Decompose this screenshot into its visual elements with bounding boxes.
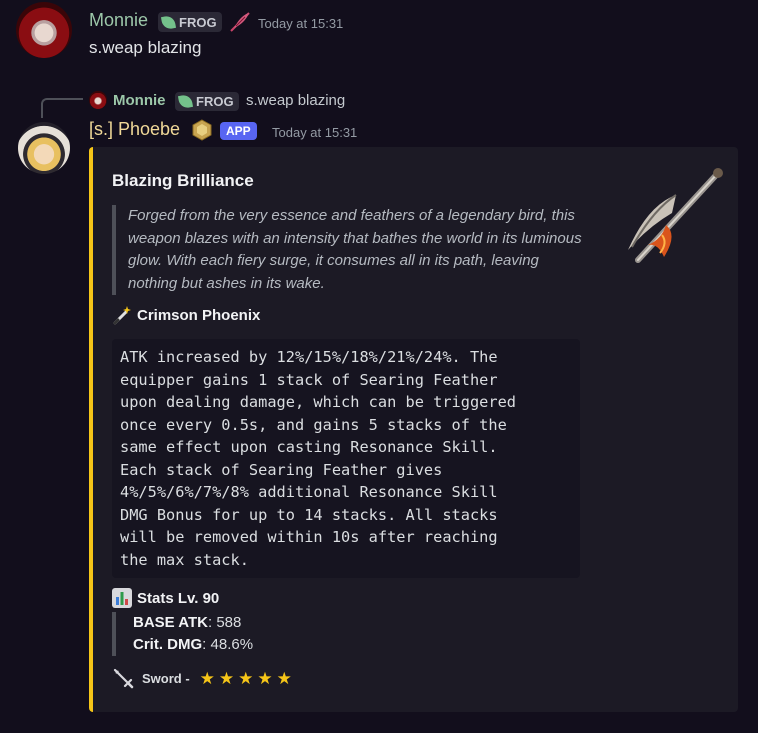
magic-wand-icon (113, 306, 131, 325)
weapon-description: Forged from the very essence and feather… (112, 205, 582, 295)
reply-preview-text[interactable]: s.weap blazing (246, 92, 345, 109)
reply-author-name[interactable]: Monnie (113, 92, 166, 109)
stat-row: BASE ATK: 588 (133, 612, 253, 634)
weapon-type-label: Sword - (142, 670, 190, 686)
timestamp[interactable]: Today at 15:31 (258, 16, 343, 31)
message-text: s.weap blazing (89, 38, 202, 57)
stats-title: Stats Lv. 90 (112, 588, 219, 608)
app-badge: APP (220, 122, 257, 140)
stats-block: BASE ATK: 588 Crit. DMG: 48.6% (112, 612, 253, 656)
star-icon: ★ (238, 668, 254, 688)
reply-guild-tag-label: FROG (196, 94, 234, 109)
embed-title: Blazing Brilliance (112, 171, 254, 190)
avatar[interactable] (16, 2, 72, 58)
stats-title-label: Stats Lv. 90 (137, 589, 220, 607)
guild-tag[interactable]: FROG (158, 12, 222, 32)
author-name[interactable]: Monnie (89, 10, 148, 31)
guild-tag-label: FROG (179, 14, 217, 30)
passive-description-code: ATK increased by 12%/15%/18%/21%/24%. Th… (112, 339, 580, 578)
leaf-icon (177, 93, 194, 110)
reply-connector (41, 98, 83, 118)
stat-value: : 588 (208, 614, 242, 631)
leaf-icon (160, 14, 177, 30)
bar-chart-icon (112, 588, 132, 608)
rarity-stars: ★ ★ ★ ★ ★ (200, 670, 292, 687)
bot-avatar[interactable] (18, 122, 70, 174)
reply-avatar[interactable] (89, 91, 107, 109)
timestamp[interactable]: Today at 15:31 (272, 125, 357, 140)
star-icon: ★ (199, 668, 215, 688)
star-icon: ★ (218, 668, 235, 688)
reply-guild-tag[interactable]: FROG (175, 92, 239, 111)
stat-value: : 48.6% (202, 636, 254, 653)
sword-icon (113, 668, 134, 689)
stat-label: Crit. DMG (133, 636, 203, 653)
feather-icon (230, 12, 250, 32)
passive-title-label: Crimson Phoenix (137, 306, 261, 324)
stat-row: Crit. DMG: 48.6% (133, 634, 253, 656)
star-icon: ★ (276, 668, 292, 688)
weapon-thumbnail[interactable] (618, 165, 723, 270)
stat-label: BASE ATK (133, 614, 208, 631)
embed-card: Blazing Brilliance Forged from the very … (89, 147, 738, 712)
weapon-type-row: Sword - ★ ★ ★ ★ ★ (112, 667, 292, 689)
passive-title: Crimson Phoenix (112, 305, 260, 325)
role-hex-icon (192, 119, 212, 141)
star-icon: ★ (257, 668, 273, 688)
bot-author-name[interactable]: [s.] Phoebe (89, 119, 180, 140)
